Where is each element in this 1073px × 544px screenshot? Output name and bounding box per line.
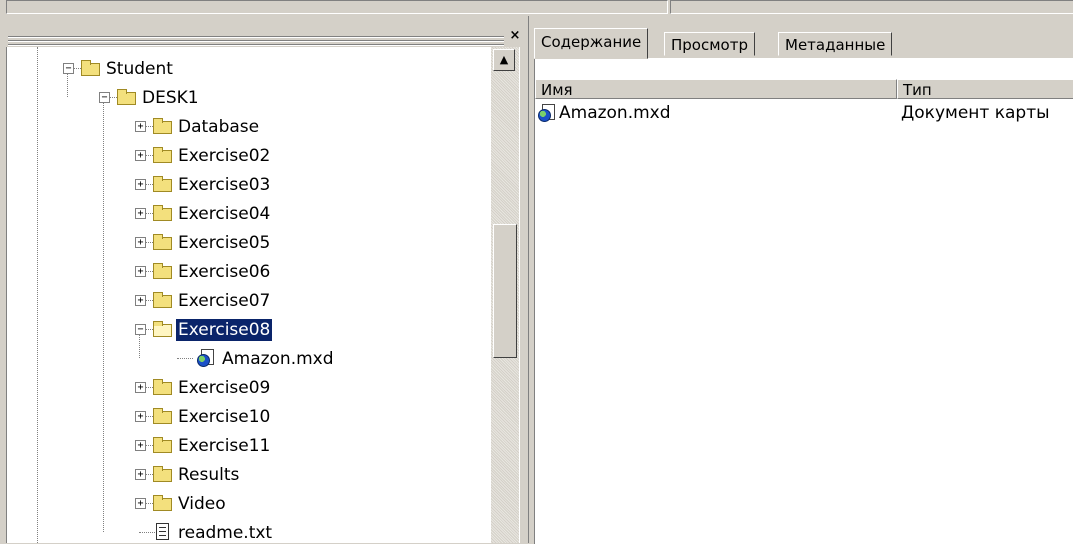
tree-node-label[interactable]: Exercise07 xyxy=(176,290,272,312)
folder-icon xyxy=(153,234,173,250)
tree-node-label[interactable]: Exercise05 xyxy=(176,232,272,254)
tab-contents[interactable]: Содержание xyxy=(534,28,649,59)
folder-icon xyxy=(153,205,173,221)
item-name: Amazon.mxd xyxy=(559,103,671,123)
folder-icon xyxy=(153,147,173,163)
dock-grip[interactable] xyxy=(8,36,504,46)
address-bar[interactable] xyxy=(6,0,668,14)
folder-icon xyxy=(153,292,173,308)
tree-node-label[interactable]: Exercise09 xyxy=(176,377,272,399)
folder-icon xyxy=(153,379,173,395)
folder-icon xyxy=(117,89,137,105)
text-file-icon xyxy=(156,523,169,540)
tree-node-label[interactable]: Exercise10 xyxy=(176,406,272,428)
toolbar-strip xyxy=(0,0,1073,16)
folder-icon xyxy=(153,118,173,134)
folder-icon xyxy=(153,495,173,511)
collapse-icon[interactable]: − xyxy=(99,92,110,103)
tree-node-label[interactable]: Database xyxy=(176,116,261,138)
column-header-name[interactable]: Имя xyxy=(535,79,897,99)
expand-icon[interactable]: + xyxy=(135,150,146,161)
tree-node-label[interactable]: Exercise11 xyxy=(176,435,272,457)
tree-node-label[interactable]: readme.txt xyxy=(176,522,274,543)
tree-connector xyxy=(177,358,193,359)
tab-metadata[interactable]: Метаданные xyxy=(778,32,893,56)
tree-node-label[interactable]: DESK1 xyxy=(140,87,201,109)
expand-icon[interactable]: + xyxy=(135,208,146,219)
tree-node-label[interactable]: Exercise06 xyxy=(176,261,272,283)
folder-icon xyxy=(153,263,173,279)
expand-icon[interactable]: + xyxy=(135,469,146,480)
folder-icon xyxy=(153,466,173,482)
expand-icon[interactable]: + xyxy=(135,411,146,422)
tree-node-label[interactable]: Student xyxy=(104,58,175,80)
map-document-icon xyxy=(538,104,556,122)
tree-node-label[interactable]: Amazon.mxd xyxy=(220,348,336,370)
open-folder-icon xyxy=(153,321,173,337)
tree-node-label[interactable]: Exercise08 xyxy=(174,318,274,342)
scroll-up-button[interactable]: ▲ xyxy=(493,49,515,71)
catalog-tree-pane: × ▲ − Student − DESK1 + Database + Exercise02 + E… xyxy=(0,16,526,543)
expand-icon[interactable]: + xyxy=(135,179,146,190)
toolbar-right xyxy=(670,0,1073,14)
expand-icon[interactable]: + xyxy=(135,295,146,306)
tree-node-label[interactable]: Exercise04 xyxy=(176,203,272,225)
folder-icon xyxy=(153,408,173,424)
tree-scrollbar[interactable]: ▲ xyxy=(491,47,519,543)
tree-connector xyxy=(139,532,155,533)
catalog-tree: ▲ − Student − DESK1 + Database + Exercise02 + Exe… xyxy=(6,47,521,543)
tree-node-label[interactable]: Results xyxy=(176,464,241,486)
contents-list: Имя Тип Amazon.mxd Документ карты xyxy=(534,58,1073,544)
folder-icon xyxy=(153,176,173,192)
collapse-icon[interactable]: − xyxy=(63,63,74,74)
contents-pane: Содержание Просмотр Метаданные Имя Тип A… xyxy=(528,16,1073,544)
item-type: Документ карты xyxy=(901,103,1050,123)
folder-icon xyxy=(153,437,173,453)
tree-guide-line xyxy=(103,97,104,532)
expand-icon[interactable]: + xyxy=(135,440,146,451)
expand-icon[interactable]: + xyxy=(135,237,146,248)
list-header: Имя Тип xyxy=(535,79,1073,99)
expand-icon[interactable]: + xyxy=(135,121,146,132)
expand-icon[interactable]: + xyxy=(135,266,146,277)
tree-node-label[interactable]: Exercise02 xyxy=(176,145,272,167)
expand-icon[interactable]: + xyxy=(135,382,146,393)
tree-guide-line xyxy=(37,47,38,543)
collapse-icon[interactable]: − xyxy=(135,324,146,335)
map-document-icon xyxy=(197,349,215,367)
tree-node-label[interactable]: Video xyxy=(176,493,228,515)
folder-icon xyxy=(81,60,101,76)
expand-icon[interactable]: + xyxy=(135,498,146,509)
tree-node-label[interactable]: Exercise03 xyxy=(176,174,272,196)
column-header-type[interactable]: Тип xyxy=(897,79,1073,99)
list-item[interactable]: Amazon.mxd Документ карты xyxy=(535,103,1073,123)
tab-preview[interactable]: Просмотр xyxy=(664,32,755,56)
scroll-thumb[interactable] xyxy=(493,224,517,358)
